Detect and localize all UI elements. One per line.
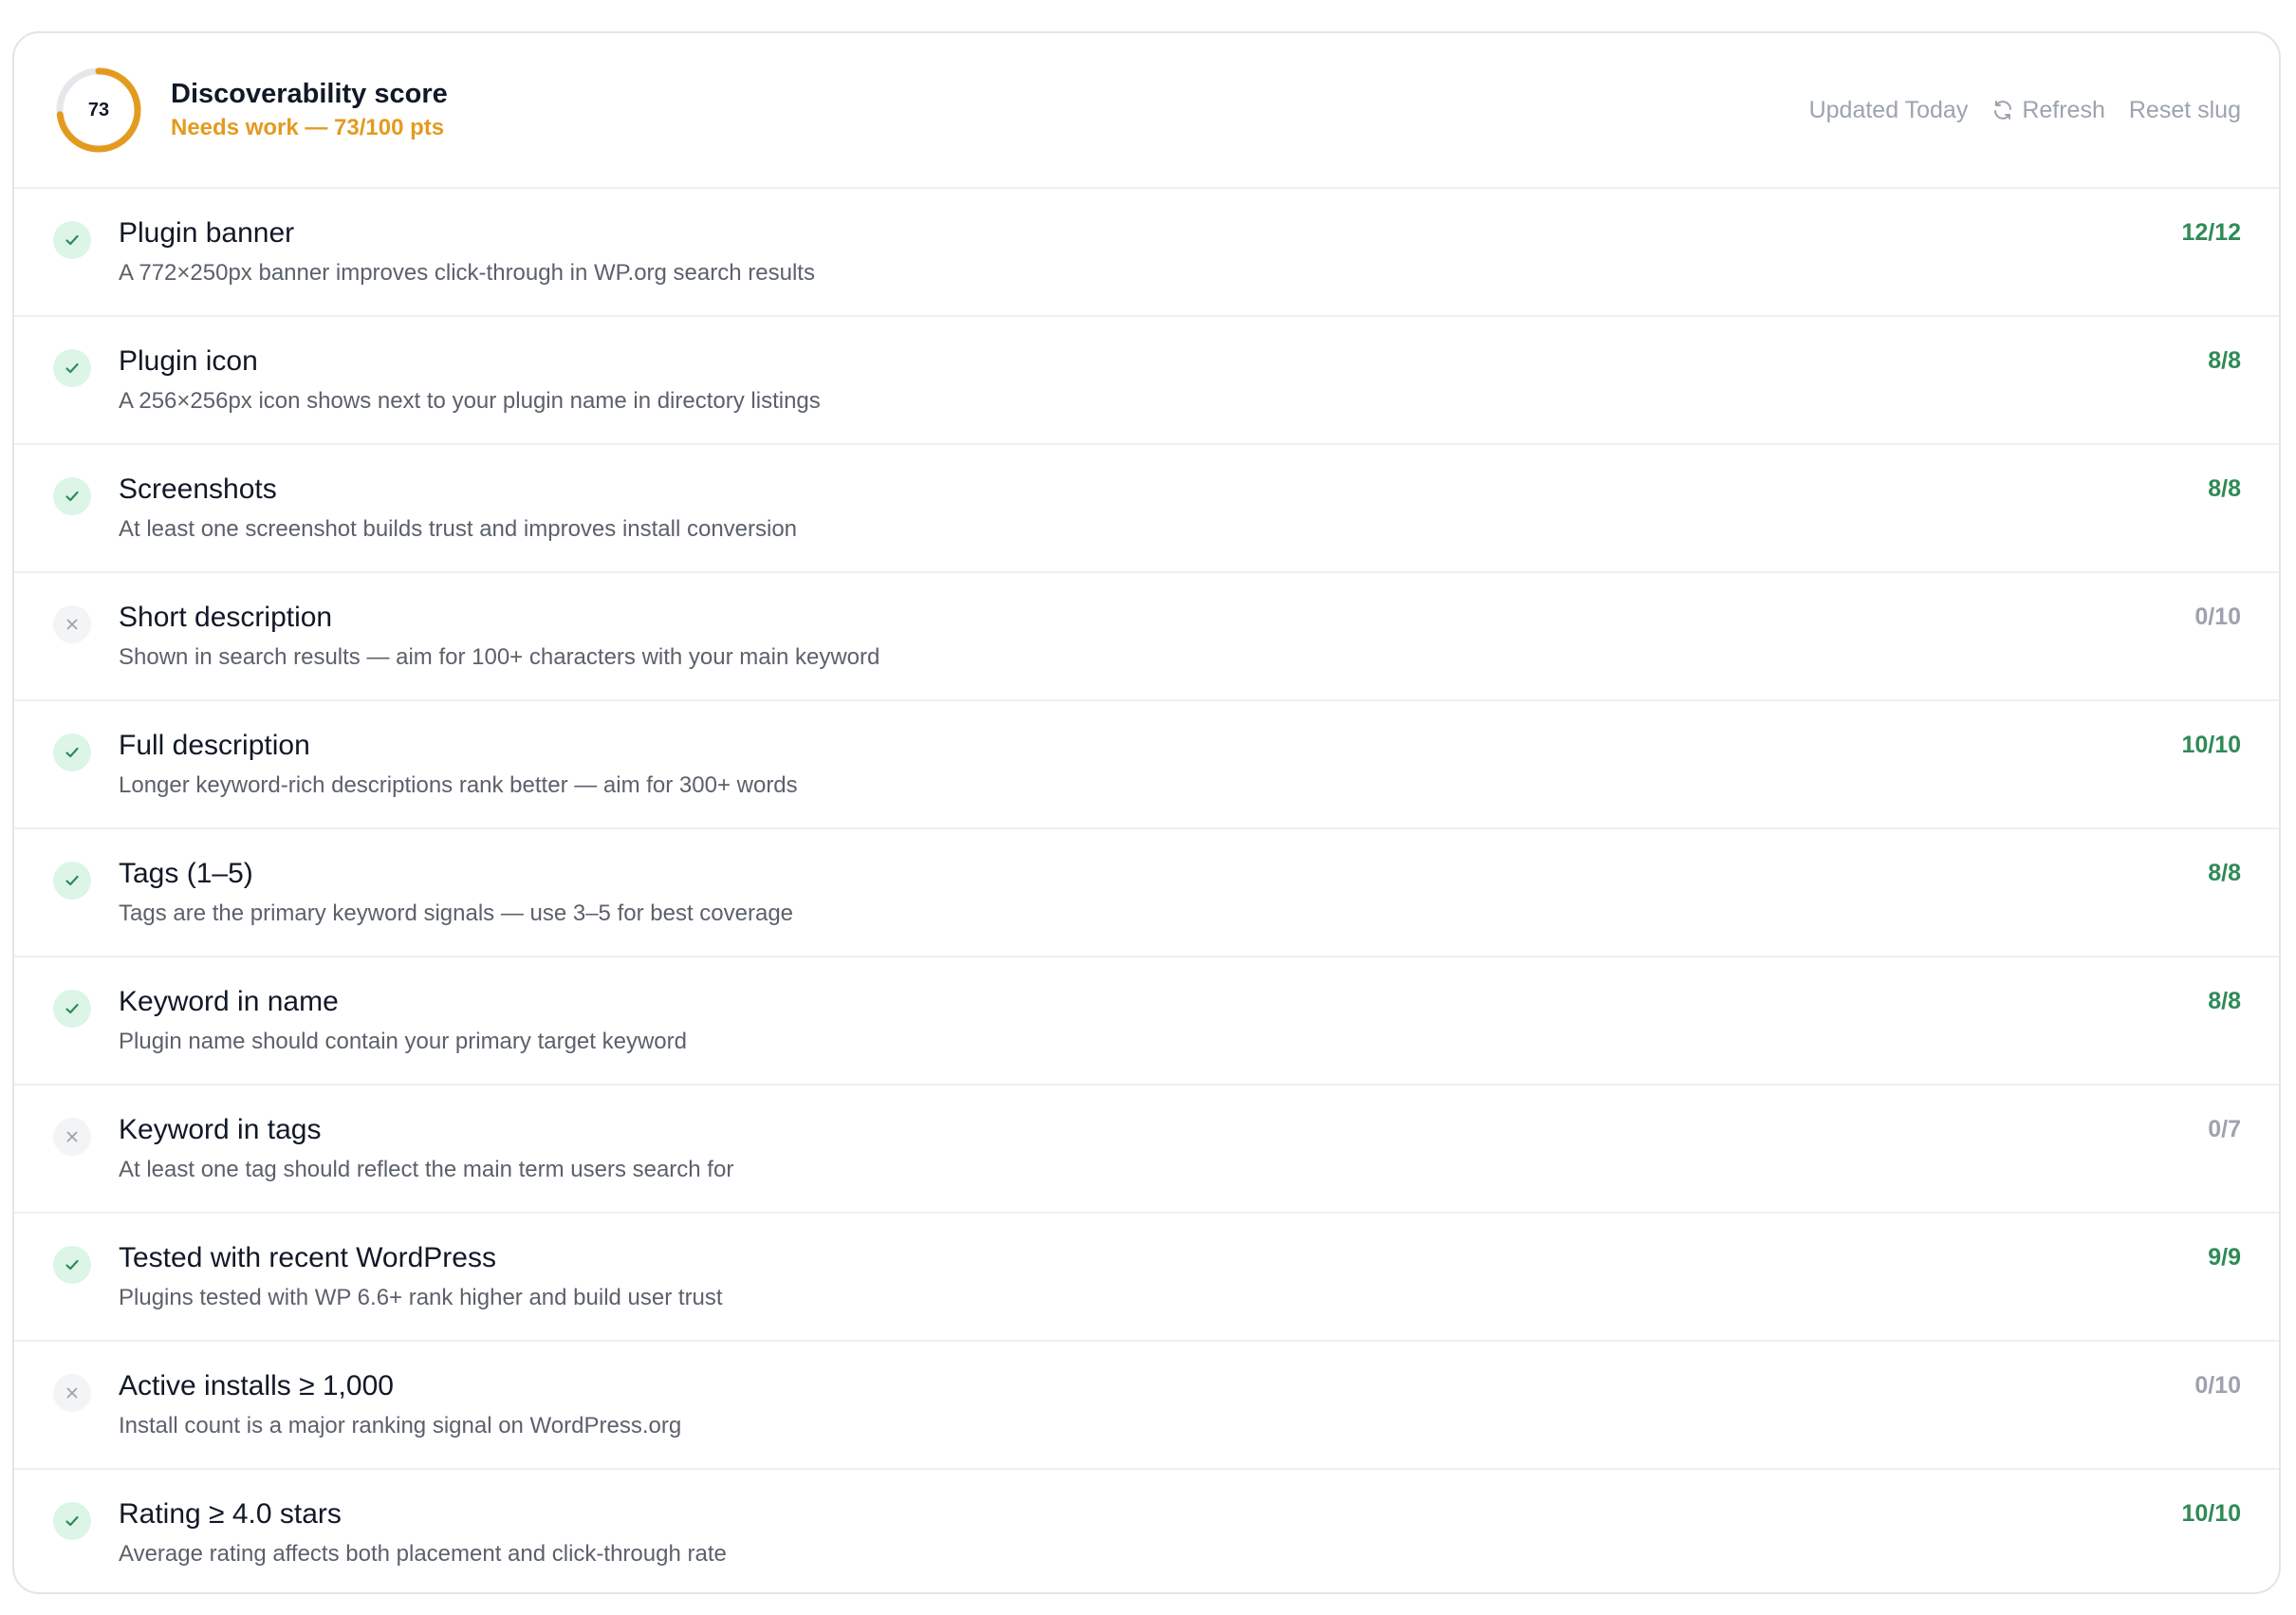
check-score: 8/8: [2208, 347, 2241, 374]
check-description: A 256×256px icon shows next to your plug…: [119, 388, 821, 414]
check-title: Screenshots: [119, 473, 277, 505]
checks-list: Plugin banner A 772×250px banner improve…: [14, 189, 2279, 1592]
check-score: 0/7: [2208, 1116, 2241, 1142]
check-description: Tags are the primary keyword signals — u…: [119, 900, 794, 926]
score-value: 73: [87, 99, 110, 121]
check-row: Plugin banner A 772×250px banner improve…: [14, 189, 2279, 317]
score-title: Discoverability score: [171, 79, 448, 109]
check-row: Active installs ≥ 1,000 Install count is…: [14, 1342, 2279, 1470]
check-description: Shown in search results — aim for 100+ c…: [119, 644, 880, 670]
check-icon: [65, 234, 79, 246]
check-icon: [65, 362, 79, 374]
check-description: Install count is a major ranking signal …: [119, 1413, 682, 1439]
check-score: 8/8: [2208, 860, 2241, 886]
check-title: Tags (1–5): [119, 858, 253, 889]
discoverability-card: 73 Discoverability score Needs work — 73…: [12, 31, 2281, 1594]
check-score: 12/12: [2181, 219, 2241, 246]
check-description: At least one screenshot builds trust and…: [119, 516, 798, 542]
check-row: Plugin icon A 256×256px icon shows next …: [14, 317, 2279, 445]
check-description: Plugin name should contain your primary …: [119, 1029, 687, 1054]
score-header: 73 Discoverability score Needs work — 73…: [14, 33, 2279, 189]
check-icon: [65, 1003, 79, 1014]
header-actions: Updated Today Refresh Reset slug: [1809, 97, 2241, 124]
check-icon: [65, 1259, 79, 1271]
status-indicator: [53, 862, 91, 900]
reset-slug-button[interactable]: Reset slug: [2129, 97, 2241, 124]
status-indicator: [53, 349, 91, 387]
check-score: 10/10: [2181, 1500, 2241, 1527]
status-indicator: [53, 990, 91, 1028]
check-title: Rating ≥ 4.0 stars: [119, 1498, 342, 1530]
close-icon: [66, 1387, 78, 1399]
check-row: Rating ≥ 4.0 stars Average rating affect…: [14, 1470, 2279, 1592]
check-icon: [65, 747, 79, 758]
check-score: 9/9: [2208, 1244, 2241, 1271]
status-indicator: [53, 733, 91, 771]
check-score: 0/10: [2194, 1372, 2241, 1399]
check-description: At least one tag should reflect the main…: [119, 1157, 734, 1182]
close-icon: [66, 619, 78, 630]
check-title: Plugin banner: [119, 217, 295, 249]
check-title: Active installs ≥ 1,000: [119, 1370, 394, 1402]
check-description: Plugins tested with WP 6.6+ rank higher …: [119, 1285, 723, 1310]
check-title: Full description: [119, 730, 310, 761]
check-score: 0/10: [2194, 603, 2241, 630]
close-icon: [66, 1131, 78, 1142]
check-row: Short description Shown in search result…: [14, 573, 2279, 701]
refresh-label: Refresh: [2022, 96, 2105, 123]
score-title-block: Discoverability score Needs work — 73/10…: [171, 77, 448, 143]
check-icon: [65, 875, 79, 886]
check-icon: [65, 491, 79, 502]
check-score: 10/10: [2181, 732, 2241, 758]
check-row: Tags (1–5) Tags are the primary keyword …: [14, 829, 2279, 957]
check-title: Keyword in tags: [119, 1114, 322, 1145]
status-indicator: [53, 221, 91, 259]
status-indicator: [53, 477, 91, 515]
check-row: Tested with recent WordPress Plugins tes…: [14, 1214, 2279, 1342]
score-ring: 73: [54, 65, 143, 155]
check-description: A 772×250px banner improves click-throug…: [119, 260, 815, 286]
status-indicator: [53, 1502, 91, 1540]
status-indicator: [53, 1118, 91, 1156]
refresh-icon: [1994, 101, 2012, 120]
status-indicator: [53, 605, 91, 643]
check-score: 8/8: [2208, 475, 2241, 502]
score-status: Needs work — 73/100 pts: [171, 115, 445, 140]
check-row: Keyword in tags At least one tag should …: [14, 1086, 2279, 1214]
check-title: Tested with recent WordPress: [119, 1242, 496, 1273]
status-indicator: [53, 1246, 91, 1284]
check-icon: [65, 1515, 79, 1527]
check-title: Plugin icon: [119, 345, 258, 377]
check-row: Full description Longer keyword-rich des…: [14, 701, 2279, 829]
check-title: Keyword in name: [119, 986, 339, 1017]
status-indicator: [53, 1374, 91, 1412]
updated-label: Updated Today: [1808, 96, 1969, 123]
check-row: Keyword in name Plugin name should conta…: [14, 957, 2279, 1086]
check-title: Short description: [119, 602, 333, 633]
check-row: Screenshots At least one screenshot buil…: [14, 445, 2279, 573]
check-description: Longer keyword-rich descriptions rank be…: [119, 772, 798, 798]
check-score: 8/8: [2208, 988, 2241, 1014]
check-description: Average rating affects both placement an…: [119, 1541, 727, 1567]
refresh-button[interactable]: Refresh: [1991, 97, 2105, 124]
